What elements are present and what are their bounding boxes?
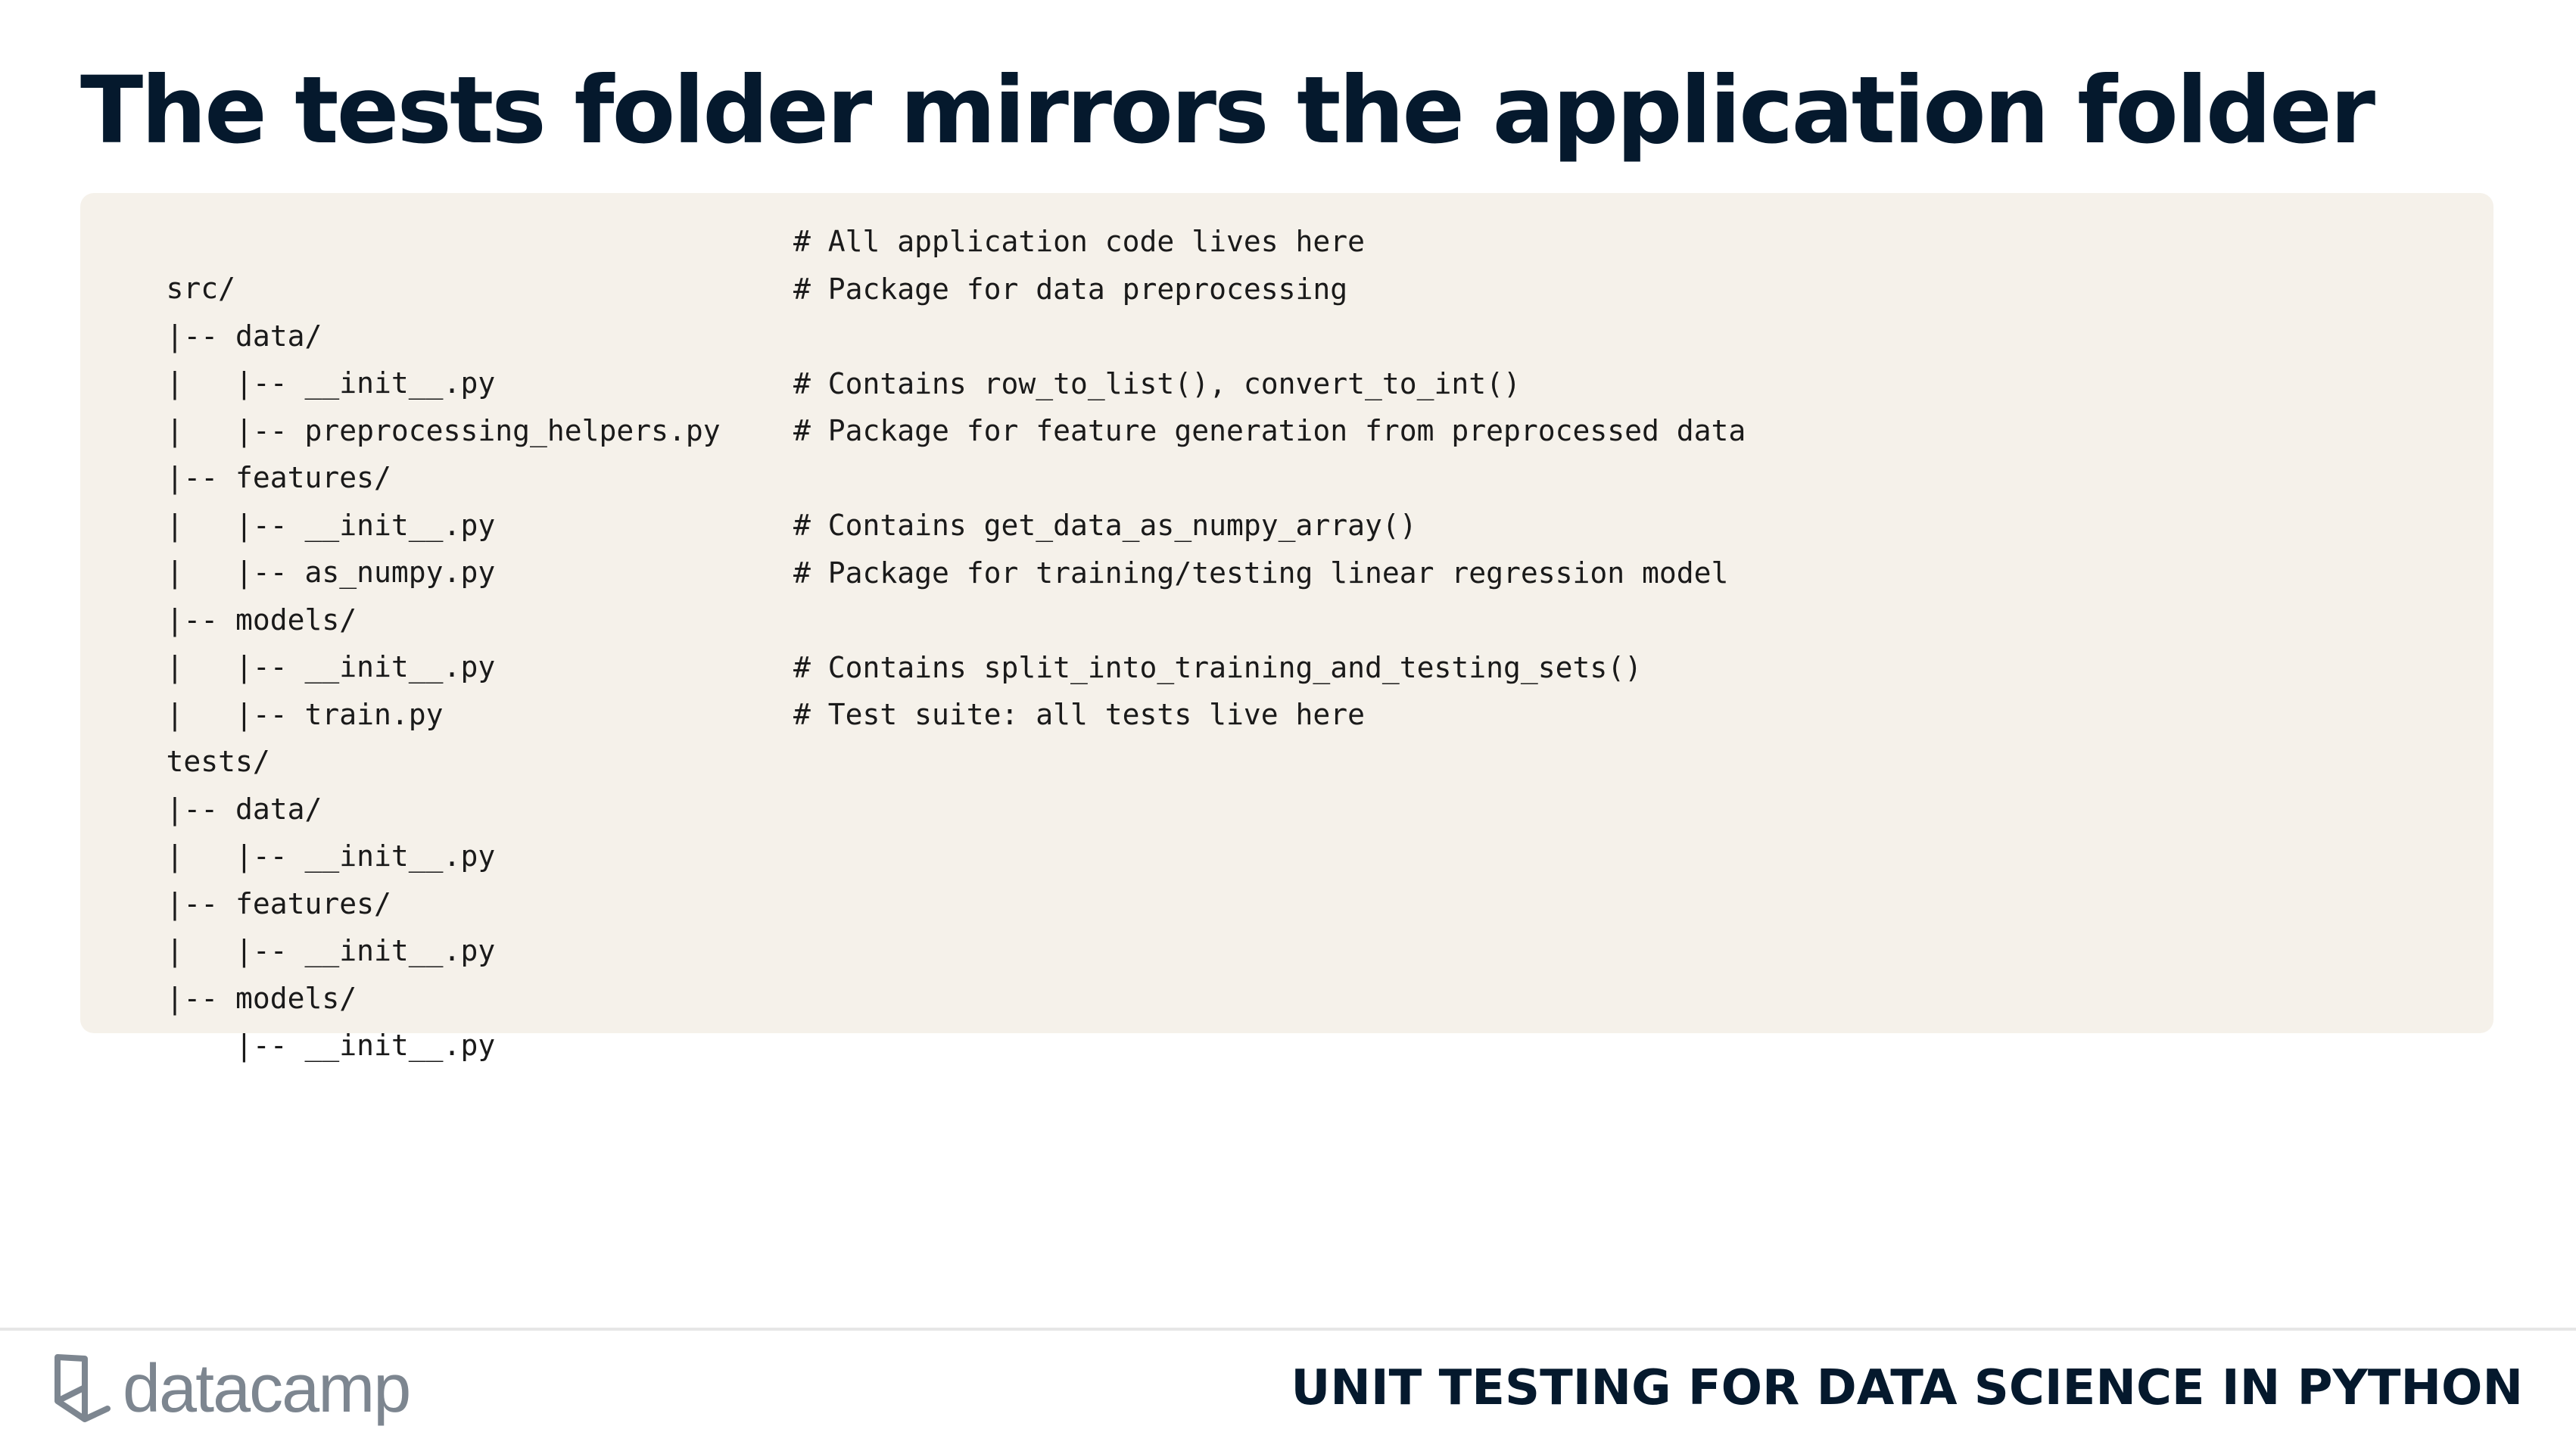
code-line: | |-- preprocessing_helpers.py # Contains…: [97, 360, 1521, 447]
code-line: |-- __init__.py: [97, 975, 495, 1062]
code-path: |-- __init__.py: [166, 1029, 496, 1062]
code-comment: # Package for training/testing linear re…: [793, 556, 1729, 590]
code-comment: # Package for feature generation from pr…: [793, 414, 1746, 447]
code-comment: # Contains split_into_training_and_testi…: [793, 650, 1643, 684]
code-line: | |-- as_numpy.py # Contains get_data_as_…: [97, 502, 1417, 589]
code-block: src/# All application code lives here |-…: [80, 193, 2493, 1062]
code-line: | |-- __init__.py: [97, 596, 496, 683]
code-comment: # All application code lives here: [793, 225, 1365, 258]
code-line: |-- models/# Package for training/testin…: [97, 550, 1729, 637]
code-line: | |-- __init__.py: [97, 786, 496, 873]
code-line: |-- data/# Package for data preprocessin…: [97, 266, 1348, 353]
code-line: | |-- train.py # Contains split_into_trai…: [97, 644, 1643, 731]
footer-divider: [0, 1328, 2576, 1331]
datacamp-logo-icon: [55, 1354, 111, 1422]
code-comment: # Contains get_data_as_numpy_array(): [793, 509, 1417, 542]
code-line: |-- models/: [97, 928, 357, 1015]
code-comment: # Package for data preprocessing: [793, 272, 1348, 306]
slide-title: The tests folder mirrors the application…: [80, 57, 2375, 164]
code-comment: # Contains row_to_list(), convert_to_int…: [793, 366, 1521, 400]
code-line: | |-- __init__.py: [97, 455, 496, 542]
code-line: src/# All application code lives here: [97, 218, 1365, 305]
datacamp-logo: datacamp: [51, 1347, 411, 1431]
code-line: tests/# Test suite: all tests live here: [97, 691, 1365, 778]
course-title: UNIT TESTING FOR DATA SCIENCE IN PYTHON: [1291, 1360, 2523, 1416]
code-line: | |-- __init__.py: [97, 313, 496, 400]
code-line: |-- features/# Package for feature gener…: [97, 407, 1746, 494]
code-line: | |-- __init__.py: [97, 880, 496, 967]
code-line: |-- features/: [97, 833, 391, 920]
logo-text: datacamp: [123, 1351, 411, 1427]
code-line: |-- data/: [97, 739, 322, 826]
code-comment: # Test suite: all tests live here: [793, 698, 1365, 731]
